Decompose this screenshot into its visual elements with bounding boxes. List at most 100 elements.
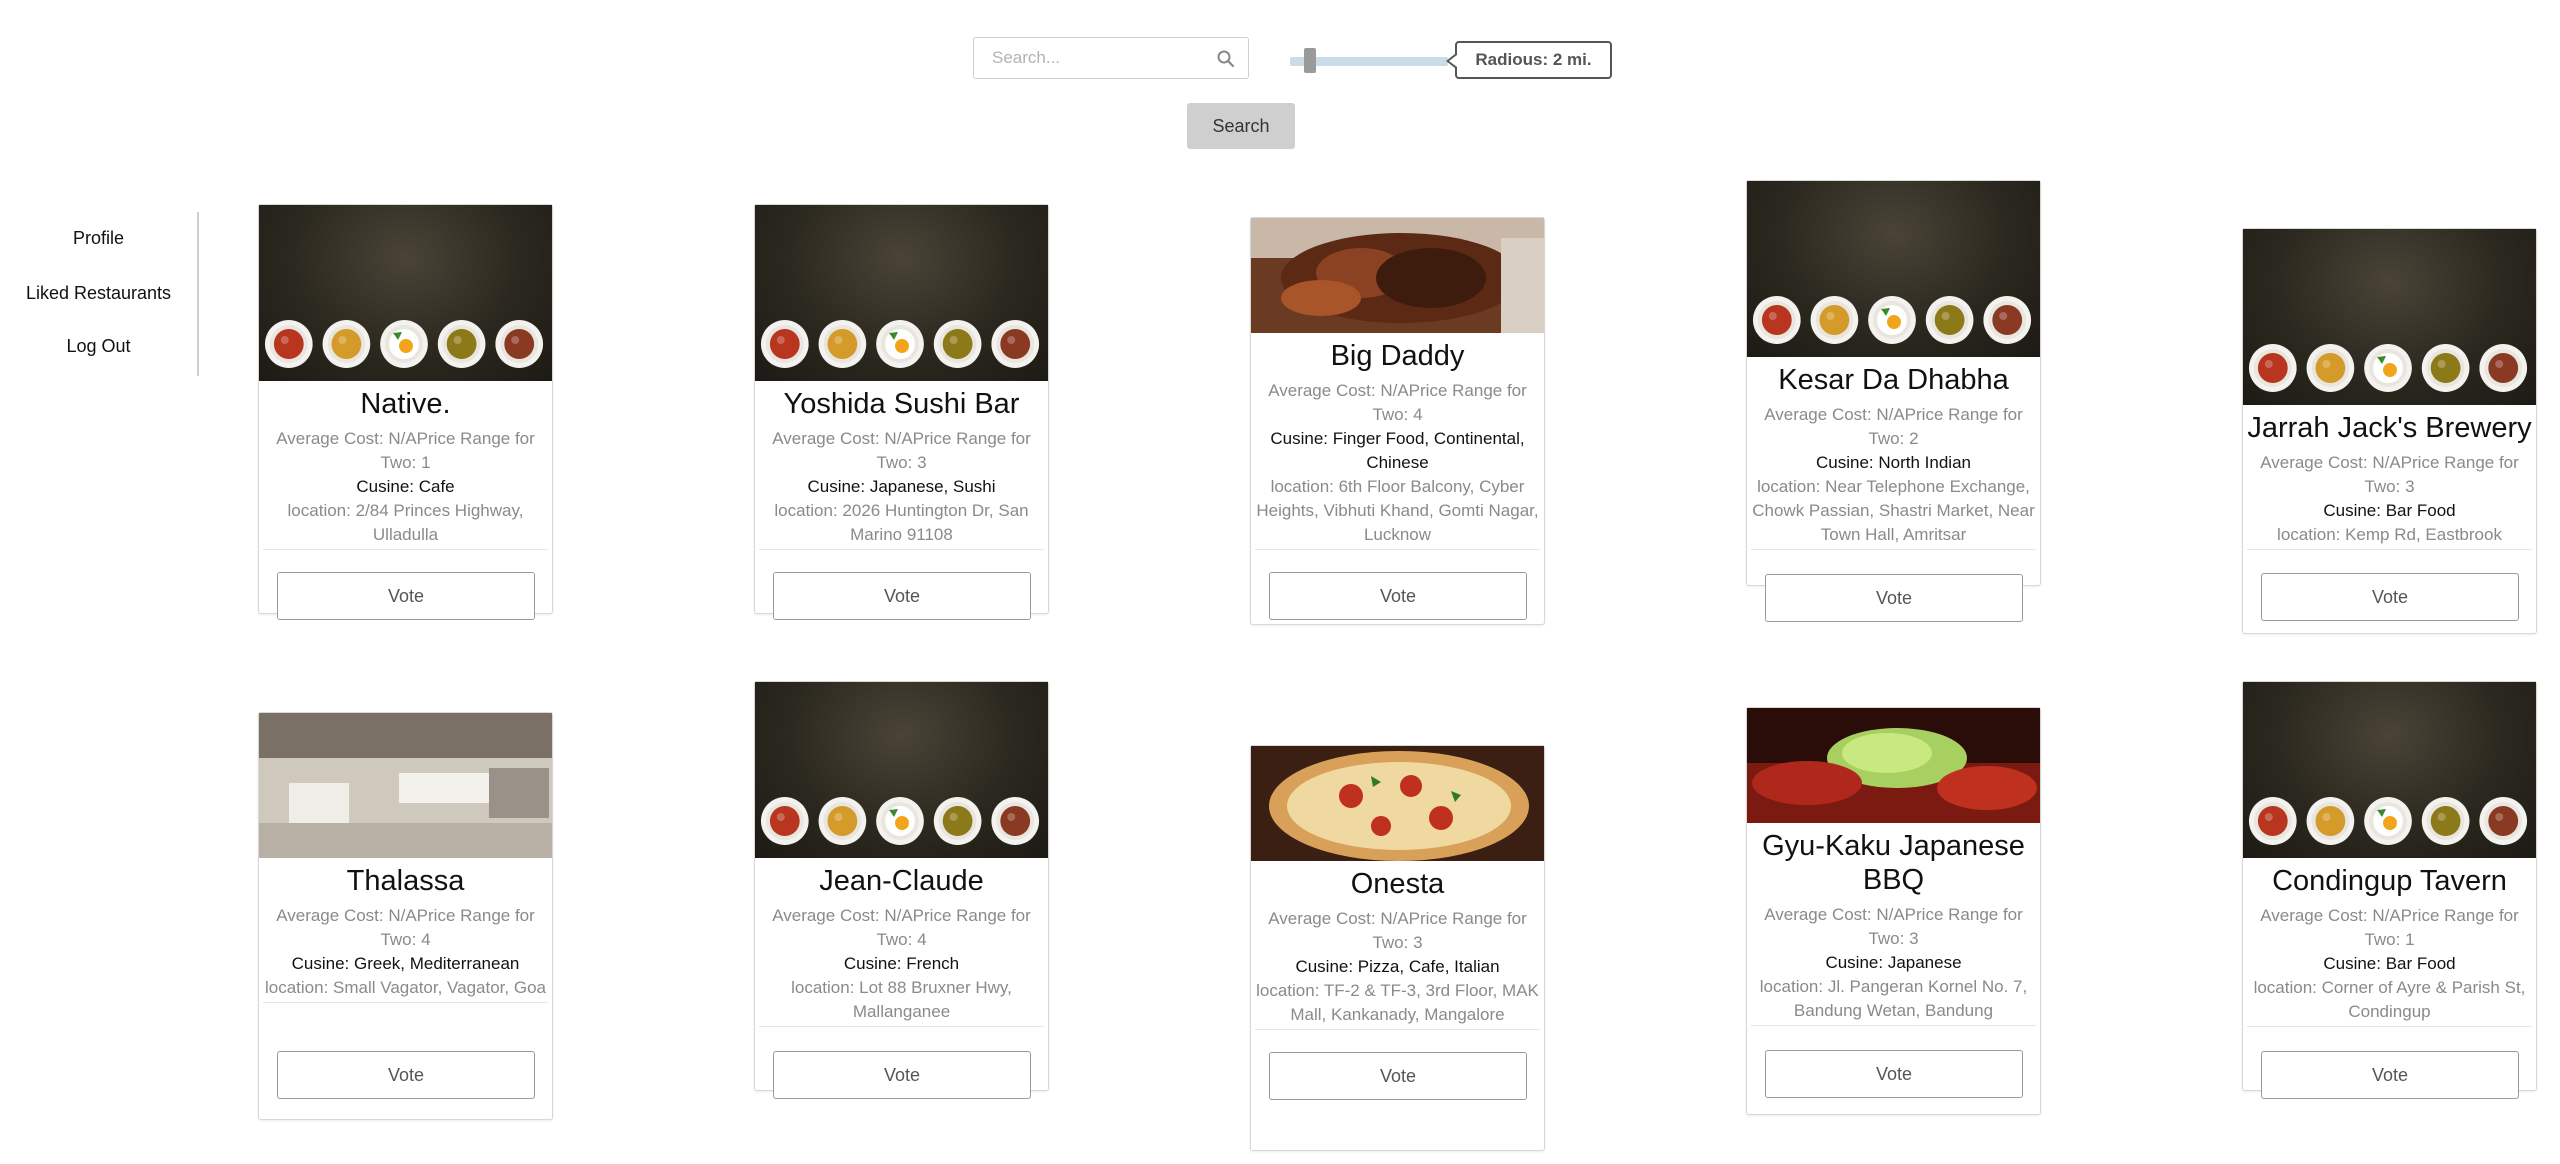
search-button[interactable]: Search — [1187, 103, 1295, 149]
restaurant-image — [1747, 181, 2040, 357]
restaurant-name: Jean-Claude — [819, 865, 984, 897]
restaurant-card: Gyu-Kaku Japanese BBQ Average Cost: N/APr… — [1746, 707, 2041, 1115]
restaurant-cuisine: Cusine: Cafe — [356, 477, 455, 496]
restaurant-cost: Average Cost: N/APrice Range for Two: 4 — [1268, 381, 1527, 424]
restaurant-card: Big Daddy Average Cost: N/APrice Range fo… — [1250, 217, 1545, 625]
card-body: Yoshida Sushi Bar Average Cost: N/APrice … — [755, 387, 1048, 550]
restaurant-cost: Average Cost: N/APrice Range for Two: 3 — [2260, 453, 2519, 496]
sidebar-item-log-out[interactable]: Log Out — [0, 336, 197, 357]
card-divider — [263, 1002, 548, 1003]
restaurant-cuisine: Cusine: Finger Food, Continental, Chines… — [1270, 429, 1525, 472]
restaurant-name: Big Daddy — [1330, 340, 1465, 372]
restaurant-image — [1251, 218, 1544, 333]
restaurant-card: Native. Average Cost: N/APrice Range for … — [258, 204, 553, 620]
card-divider — [2247, 549, 2532, 550]
restaurant-cost: Average Cost: N/APrice Range for Two: 4 — [276, 906, 535, 949]
restaurant-card: Kesar Da Dhabha Average Cost: N/APrice Ra… — [1746, 180, 2041, 622]
restaurant-cuisine: Cusine: Greek, Mediterranean — [291, 954, 520, 973]
restaurant-cost: Average Cost: N/APrice Range for Two: 1 — [2260, 906, 2519, 949]
restaurant-card: Thalassa Average Cost: N/APrice Range for… — [258, 712, 553, 1120]
vote-button[interactable]: Vote — [2261, 573, 2519, 621]
card-body: Big Daddy Average Cost: N/APrice Range fo… — [1251, 339, 1544, 550]
card-divider — [759, 1026, 1044, 1027]
card-body: Kesar Da Dhabha Average Cost: N/APrice Ra… — [1747, 363, 2040, 550]
search-input[interactable] — [974, 38, 1204, 78]
card-body: Onesta Average Cost: N/APrice Range for T… — [1251, 867, 1544, 1030]
card-body: Thalassa Average Cost: N/APrice Range for… — [259, 864, 552, 1003]
search-box — [973, 37, 1249, 79]
restaurant-location: location: Jl. Pangeran Kornel No. 7, Ban… — [1759, 977, 2028, 1020]
restaurant-cuisine: Cusine: Japanese — [1825, 953, 1962, 972]
card-divider — [1255, 549, 1540, 550]
vote-button[interactable]: Vote — [1765, 574, 2023, 622]
card-body: Condingup Tavern Average Cost: N/APrice R… — [2243, 864, 2536, 1027]
restaurant-cuisine: Cusine: French — [843, 954, 960, 973]
vote-button[interactable]: Vote — [277, 1051, 535, 1099]
restaurant-location: location: Small Vagator, Vagator, Goa — [265, 978, 546, 997]
restaurant-location: location: 2/84 Princes Highway, Ulladull… — [287, 501, 524, 544]
restaurant-image — [2243, 682, 2536, 858]
restaurant-cuisine: Cusine: Bar Food — [2323, 954, 2456, 973]
card-divider — [759, 549, 1044, 550]
radius-slider[interactable] — [1290, 48, 1448, 73]
restaurant-location: location: 6th Floor Balcony, Cyber Heigh… — [1256, 477, 1539, 544]
restaurant-name: Native. — [360, 388, 451, 420]
radius-slider-thumb[interactable] — [1304, 48, 1316, 73]
restaurant-cuisine: Cusine: Bar Food — [2323, 501, 2456, 520]
restaurant-name: Jarrah Jack's Brewery — [2247, 412, 2532, 444]
sidebar-item-liked-restaurants[interactable]: Liked Restaurants — [0, 283, 197, 304]
vote-button[interactable]: Vote — [773, 1051, 1031, 1099]
restaurant-location: location: 2026 Huntington Dr, San Marino… — [774, 501, 1029, 544]
vote-button[interactable]: Vote — [1765, 1050, 2023, 1098]
search-icon[interactable] — [1216, 49, 1236, 69]
restaurant-card: Yoshida Sushi Bar Average Cost: N/APrice … — [754, 204, 1049, 620]
card-divider — [263, 549, 548, 550]
restaurant-card: Condingup Tavern Average Cost: N/APrice R… — [2242, 681, 2537, 1099]
sidebar-item-profile[interactable]: Profile — [0, 228, 197, 249]
restaurant-card: Jean-Claude Average Cost: N/APrice Range … — [754, 681, 1049, 1099]
restaurant-location: location: Corner of Ayre & Parish St, Co… — [2253, 978, 2526, 1021]
restaurant-card: Onesta Average Cost: N/APrice Range for T… — [1250, 745, 1545, 1151]
vote-button[interactable]: Vote — [2261, 1051, 2519, 1099]
card-divider — [2247, 1026, 2532, 1027]
restaurant-location: location: Near Telephone Exchange, Chowk… — [1752, 477, 2035, 544]
restaurant-image — [259, 205, 552, 381]
sidebar: Profile Liked Restaurants Log Out — [0, 212, 199, 376]
restaurant-image — [2243, 229, 2536, 405]
card-body: Native. Average Cost: N/APrice Range for … — [259, 387, 552, 550]
restaurant-cost: Average Cost: N/APrice Range for Two: 4 — [772, 906, 1031, 949]
restaurant-image — [1747, 708, 2040, 823]
card-divider — [1255, 1029, 1540, 1030]
restaurant-location: location: Lot 88 Bruxner Hwy, Mallangane… — [791, 978, 1012, 1021]
vote-button[interactable]: Vote — [773, 572, 1031, 620]
restaurant-name: Yoshida Sushi Bar — [783, 388, 1020, 420]
restaurant-cost: Average Cost: N/APrice Range for Two: 1 — [276, 429, 535, 472]
restaurant-image — [755, 205, 1048, 381]
card-body: Jarrah Jack's Brewery Average Cost: N/APr… — [2243, 411, 2536, 550]
card-divider — [1751, 1025, 2036, 1026]
restaurant-name: Thalassa — [346, 865, 465, 897]
restaurant-name: Kesar Da Dhabha — [1778, 364, 2009, 396]
vote-button[interactable]: Vote — [1269, 572, 1527, 620]
restaurant-name: Condingup Tavern — [2272, 865, 2507, 897]
vote-button[interactable]: Vote — [1269, 1052, 1527, 1100]
restaurant-image — [1251, 746, 1544, 861]
restaurant-cost: Average Cost: N/APrice Range for Two: 3 — [772, 429, 1031, 472]
restaurant-name: Onesta — [1350, 868, 1445, 900]
card-body: Gyu-Kaku Japanese BBQ Average Cost: N/APr… — [1747, 829, 2040, 1026]
card-body: Jean-Claude Average Cost: N/APrice Range … — [755, 864, 1048, 1027]
restaurant-cuisine: Cusine: Pizza, Cafe, Italian — [1295, 957, 1500, 976]
vote-button[interactable]: Vote — [277, 572, 535, 620]
restaurant-image — [259, 713, 552, 858]
card-divider — [1751, 549, 2036, 550]
restaurant-card: Jarrah Jack's Brewery Average Cost: N/APr… — [2242, 228, 2537, 634]
restaurant-cuisine: Cusine: North Indian — [1816, 453, 1971, 472]
restaurant-cost: Average Cost: N/APrice Range for Two: 2 — [1764, 405, 2023, 448]
restaurant-cuisine: Cusine: Japanese, Sushi — [807, 477, 996, 496]
restaurant-location: location: Kemp Rd, Eastbrook — [2277, 525, 2502, 544]
restaurant-cost: Average Cost: N/APrice Range for Two: 3 — [1764, 905, 2023, 948]
radius-tooltip: Radious: 2 mi. — [1446, 41, 1612, 79]
restaurant-image — [755, 682, 1048, 858]
restaurant-name: Gyu-Kaku Japanese BBQ — [1762, 830, 2025, 896]
restaurant-cost: Average Cost: N/APrice Range for Two: 3 — [1268, 909, 1527, 952]
